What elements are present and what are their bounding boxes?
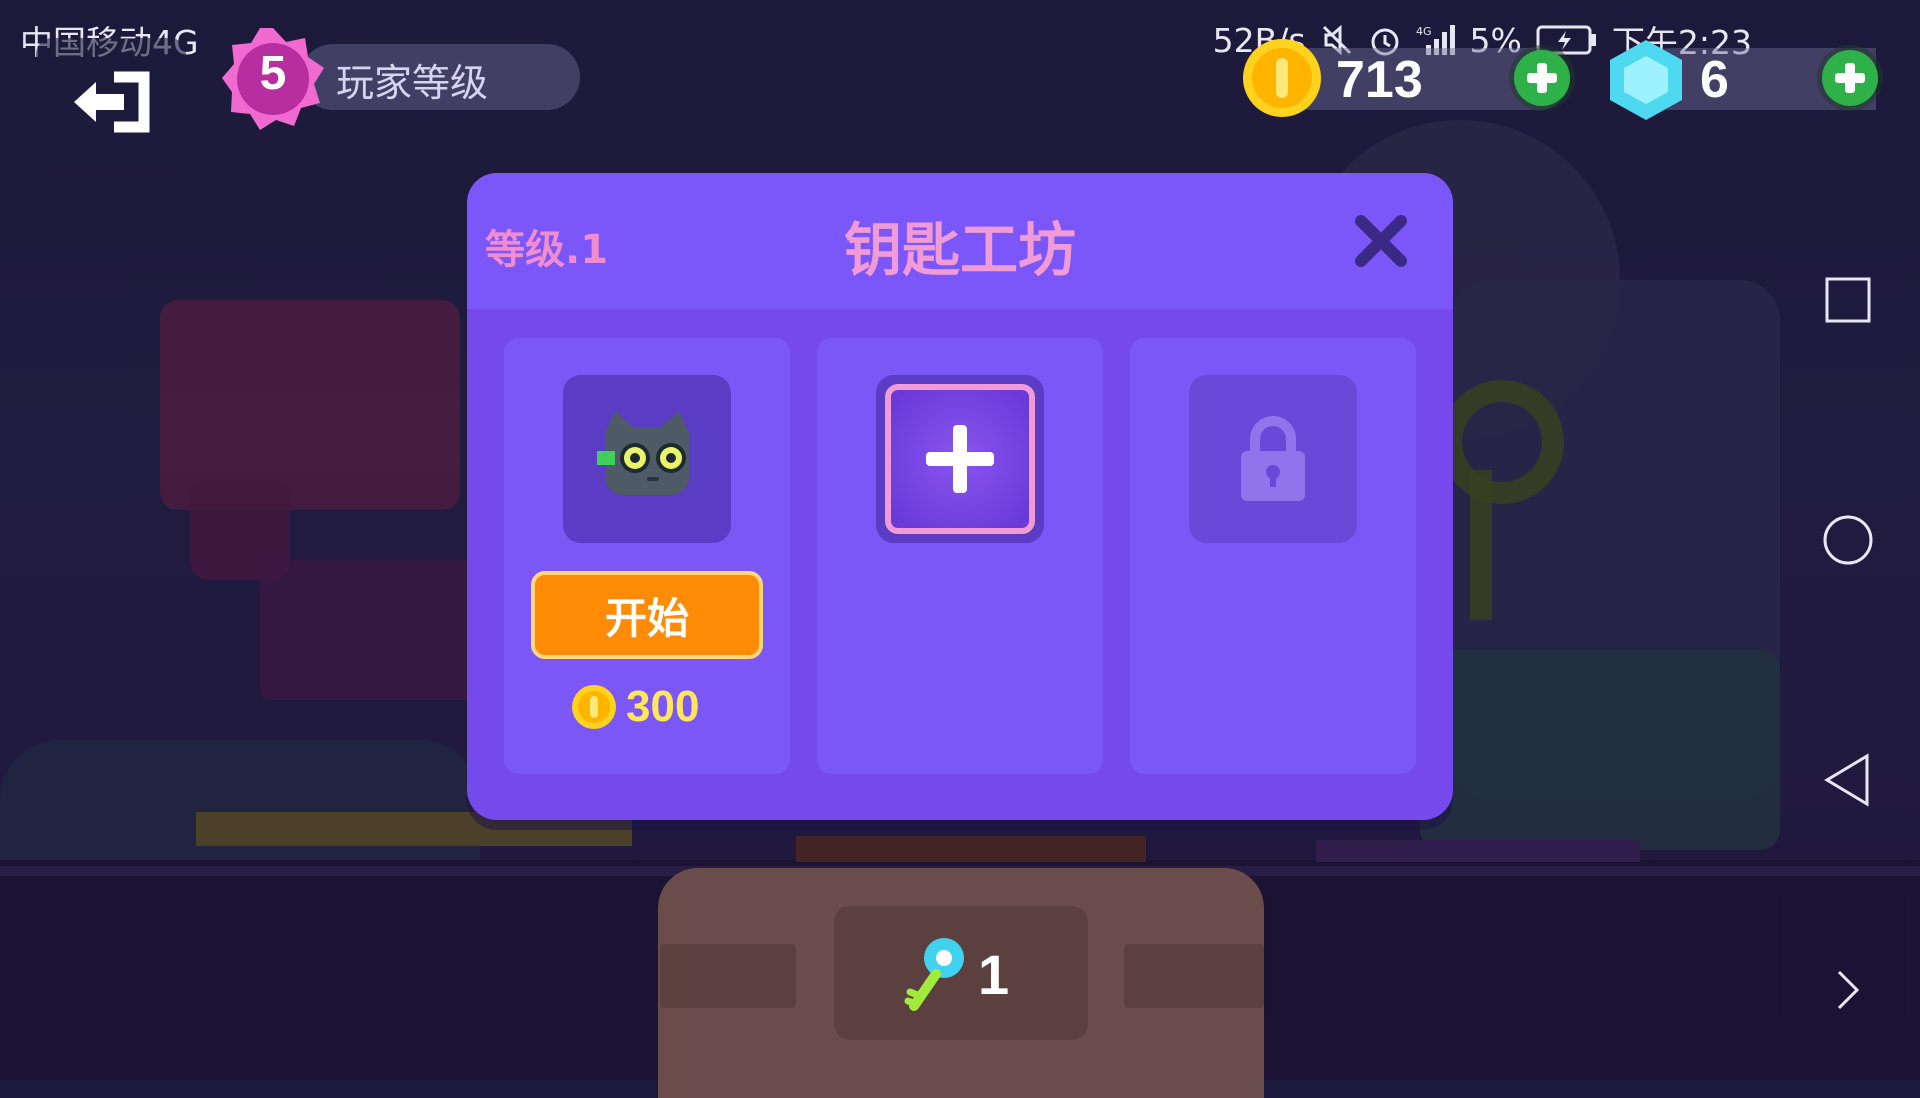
player-level-number: 5 [259,47,287,100]
add-gems-button[interactable] [1822,50,1878,106]
cat-mask-icon [563,375,731,543]
start-cost: 300 [570,682,699,732]
workshop-slot-1: 开始 300 [504,338,790,774]
circle-icon [1823,515,1873,565]
svg-text:4G: 4G [1416,25,1432,38]
add-slot-button[interactable] [876,375,1044,543]
locked-slot [1189,375,1357,543]
start-button[interactable]: 开始 [531,571,763,659]
coin-icon [1240,36,1324,124]
coin-icon [572,685,616,729]
plus-icon [1835,63,1865,93]
recent-apps-button[interactable] [1776,250,1920,350]
exit-arrow-icon [74,71,150,133]
key-workshop-dialog: 等级.1 钥匙工坊 开始 300 [467,173,1453,820]
plus-icon [1527,63,1557,93]
android-nav-bar [1776,0,1920,1080]
coin-count: 713 [1336,51,1423,109]
exit-button[interactable] [36,38,186,166]
dialog-title: 钥匙工坊 [843,216,1076,284]
close-icon [1355,215,1407,267]
key-icon [900,934,972,1018]
lock-icon [1241,416,1305,501]
workshop-slot-2[interactable] [817,338,1103,774]
start-cost-value: 300 [626,682,700,731]
gem-count: 6 [1700,51,1729,109]
home-button[interactable] [1776,490,1920,590]
tray-slot-right [1124,944,1264,1008]
close-button[interactable] [1349,209,1413,273]
key-count: 1 [978,943,1010,1006]
expand-nav-button[interactable] [1776,940,1920,1040]
tray-slot-left [660,944,796,1008]
chevron-right-icon [1837,970,1860,1010]
player-level-label: 玩家等级 [336,61,489,105]
add-coins-button[interactable] [1514,50,1570,106]
back-nav-button[interactable] [1776,730,1920,830]
triangle-back-icon [1824,753,1869,807]
workshop-slot-3 [1130,338,1416,774]
square-icon [1825,277,1871,323]
gem-icon [1606,38,1686,126]
